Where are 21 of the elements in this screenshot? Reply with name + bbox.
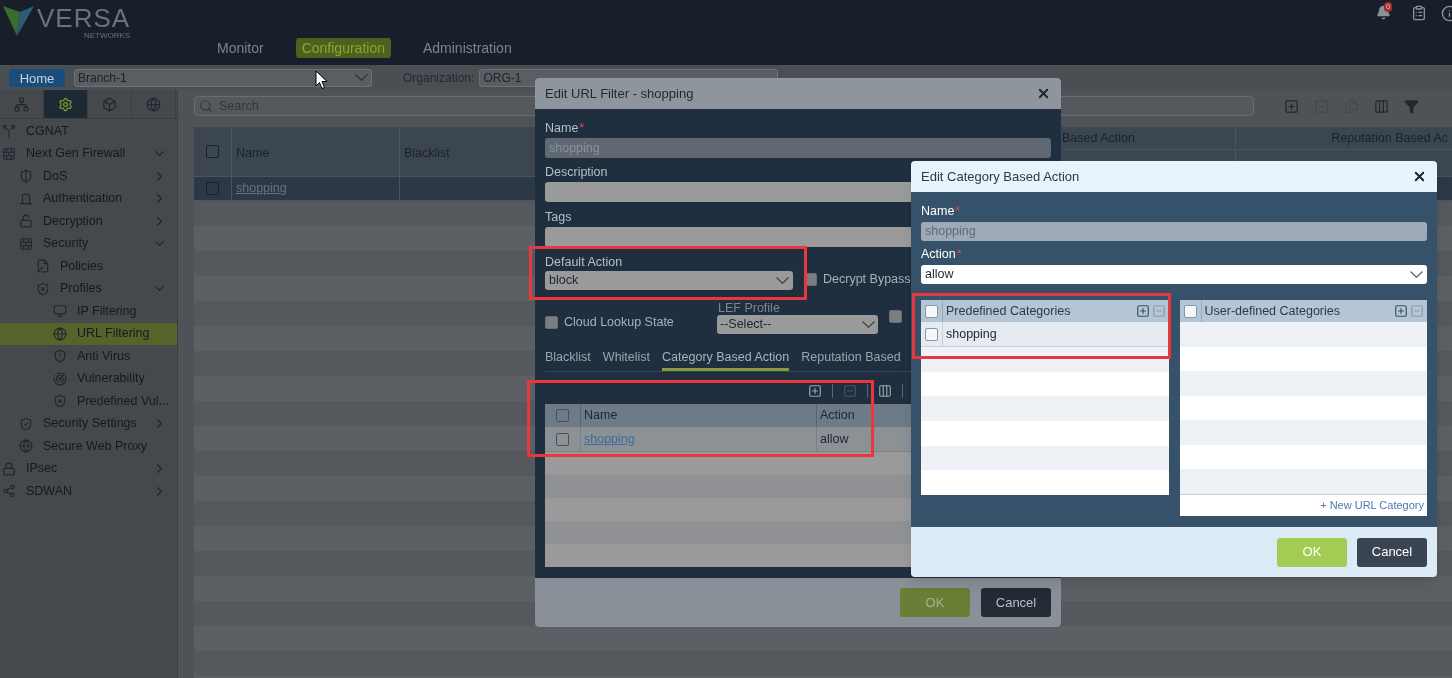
field-label: Tags bbox=[545, 210, 572, 225]
logo-tagline: NETWORKS bbox=[83, 32, 131, 40]
notification-count: 0 bbox=[1384, 2, 1393, 12]
checkbox-label: Cloud Lookup State bbox=[564, 314, 674, 332]
panel-title: User-defined Categories bbox=[1204, 302, 1341, 320]
checkbox-label: Decrypt Bypass bbox=[823, 271, 911, 289]
category-name: shopping bbox=[946, 325, 997, 343]
field-label: Name* bbox=[921, 204, 961, 219]
required-mark: * bbox=[956, 247, 962, 261]
dialog-title: Edit URL Filter - shopping bbox=[545, 84, 694, 103]
dialog-title: Edit Category Based Action bbox=[921, 167, 1080, 186]
required-mark: * bbox=[955, 204, 961, 218]
panel-title: Predefined Categories bbox=[946, 302, 1072, 320]
table-cell-text: allow bbox=[820, 430, 849, 448]
field-label: LEF Profile bbox=[717, 302, 780, 314]
field-label: Description bbox=[545, 165, 608, 180]
field-label: Action* bbox=[921, 247, 962, 262]
field-label: Default Action bbox=[545, 255, 623, 270]
logo-wordmark: VERSA bbox=[37, 4, 131, 32]
field-label: Name* bbox=[545, 121, 585, 136]
required-mark: * bbox=[579, 121, 585, 135]
